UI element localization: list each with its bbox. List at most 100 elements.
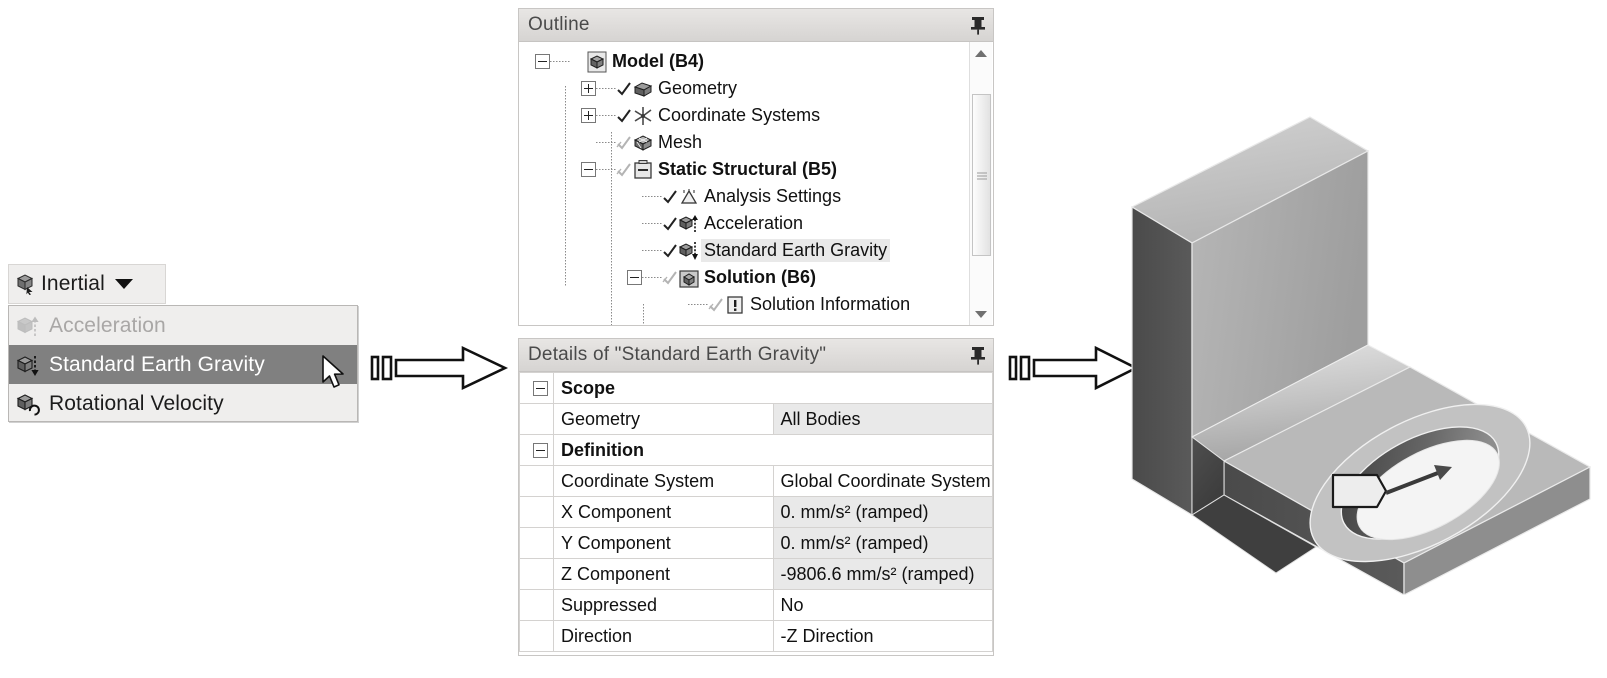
static-structural-icon [632,159,654,181]
tree-node-label: Solution (B6) [704,267,816,287]
cube-up-arrow-icon [16,315,39,337]
tree-node-geometry[interactable]: Geometry [519,75,993,102]
tree-guide-line [643,304,644,325]
details-row-gutter [519,589,554,621]
tree-node-label: Acceleration [704,213,804,233]
menu-item-standard-earth-gravity[interactable]: Standard Earth Gravity [9,345,357,384]
details-property-row[interactable]: Direction -Z Direction [519,620,993,652]
tree-node-label: Coordinate Systems [658,105,821,125]
tree-node-solution-b6[interactable]: Solution (B6) [519,264,993,291]
tree-connector-line [596,169,616,170]
menu-item-rotational-velocity[interactable]: Rotational Velocity [9,384,357,423]
scroll-up-arrow-icon[interactable] [970,42,992,64]
scroll-thumb-grip-icon [976,171,987,180]
details-row-gutter [519,620,554,652]
expand-plus-icon[interactable] [581,81,596,96]
menu-item-standard-earth-gravity-label: Standard Earth Gravity [49,352,265,376]
inertial-button-label: Inertial [41,272,105,295]
mesh-icon [632,132,654,154]
group-collapse-toggle[interactable] [519,372,554,404]
details-property-value[interactable]: No [772,589,993,621]
menu-item-acceleration[interactable]: Acceleration [9,306,357,345]
scrollbar-thumb[interactable] [972,94,991,256]
details-group-row[interactable]: Scope [519,372,993,404]
tree-connector-line [688,304,708,305]
tree-node-label: Analysis Settings [704,186,842,206]
details-property-value[interactable]: All Bodies [772,403,993,435]
details-property-row[interactable]: Geometry All Bodies [519,403,993,435]
expand-plus-icon[interactable] [581,108,596,123]
details-property-row[interactable]: Suppressed No [519,589,993,621]
tree-node-analysis-settings[interactable]: Analysis Settings [519,183,993,210]
inertial-dropdown-menu[interactable]: Acceleration Standard Earth Gravity Rota… [8,305,358,422]
partial-checkmark-icon [616,135,632,151]
group-collapse-toggle[interactable] [519,434,554,466]
tree-node-label: Standard Earth Gravity [701,239,891,262]
pin-icon[interactable] [969,15,987,35]
details-property-value[interactable]: -9806.6 mm/s² (ramped) [772,558,993,590]
details-property-name: Y Component [553,527,774,559]
tree-node-standard-earth-gravity[interactable]: Standard Earth Gravity [519,237,993,264]
details-group-label: Definition [553,434,993,466]
tree-node-acceleration[interactable]: Acceleration [519,210,993,237]
tree-node-label: Geometry [658,78,738,98]
tree-node-model-b4[interactable]: Model (B4) [519,48,993,75]
cube-down-arrow-icon [16,354,39,376]
collapse-minus-icon[interactable] [532,381,548,397]
details-panel: Details of "Standard Earth Gravity" Scop… [518,338,994,656]
details-panel-title: Details of "Standard Earth Gravity" [528,344,827,365]
details-property-value[interactable]: 0. mm/s² (ramped) [772,496,993,528]
tree-connector-line [642,250,662,251]
collapse-minus-icon[interactable] [627,270,642,285]
inertial-dropdown-button[interactable]: Inertial [8,264,166,304]
details-property-row[interactable]: Y Component 0. mm/s² (ramped) [519,527,993,559]
tree-guide-line [565,86,566,286]
cube-up-arrow-icon [678,213,700,235]
solution-icon [678,267,700,289]
tree-connector-line [642,277,662,278]
collapse-minus-icon[interactable] [581,162,596,177]
details-property-value[interactable]: 0. mm/s² (ramped) [772,527,993,559]
tree-connector-line [596,142,616,143]
details-property-row[interactable]: X Component 0. mm/s² (ramped) [519,496,993,528]
pin-icon[interactable] [969,345,987,365]
tree-connector-line [596,115,616,116]
tree-node-static-structural-b5[interactable]: Static Structural (B5) [519,156,993,183]
inertial-cube-icon [14,273,36,295]
checkmark-icon [662,216,678,232]
details-property-value[interactable]: -Z Direction [772,620,993,652]
details-property-name: Z Component [553,558,774,590]
details-property-name: X Component [553,496,774,528]
details-group-row[interactable]: Definition [519,434,993,466]
partial-checkmark-icon [662,270,678,286]
details-row-gutter [519,403,554,435]
chevron-down-icon [114,279,133,289]
geometry-icon [632,78,654,100]
outline-scrollbar[interactable] [969,42,992,325]
scroll-down-arrow-icon[interactable] [970,303,992,325]
tree-node-label: Static Structural (B5) [658,159,838,179]
details-property-name: Direction [553,620,774,652]
tree-node-mesh[interactable]: Mesh [519,129,993,156]
cube-rotation-icon [16,393,40,416]
tree-node-label: Model (B4) [612,51,704,71]
details-row-gutter [519,527,554,559]
collapse-minus-icon[interactable] [532,443,548,459]
outline-panel-header: Outline [519,9,993,42]
partial-checkmark-icon [616,162,632,178]
details-row-gutter [519,465,554,497]
bracket-3d-model[interactable] [1120,95,1600,597]
tree-node-solution-information[interactable]: Solution Information [519,291,993,318]
checkmark-icon [662,243,678,259]
details-property-row[interactable]: Z Component -9806.6 mm/s² (ramped) [519,558,993,590]
collapse-minus-icon[interactable] [535,54,550,69]
checkmark-icon [662,189,678,205]
details-property-name: Suppressed [553,589,774,621]
details-property-value[interactable]: Global Coordinate System [772,465,993,497]
menu-item-rotational-velocity-label: Rotational Velocity [49,391,224,415]
details-property-row[interactable]: Coordinate System Global Coordinate Syste… [519,465,993,497]
details-table-area[interactable]: Scope Geometry All Bodies Definition Coordin… [519,372,993,652]
details-group-label: Scope [553,372,993,404]
outline-tree-area[interactable]: Model (B4) Geometry Coordinate Systems Mesh… [519,42,993,325]
tree-node-coordinate-systems[interactable]: Coordinate Systems [519,102,993,129]
